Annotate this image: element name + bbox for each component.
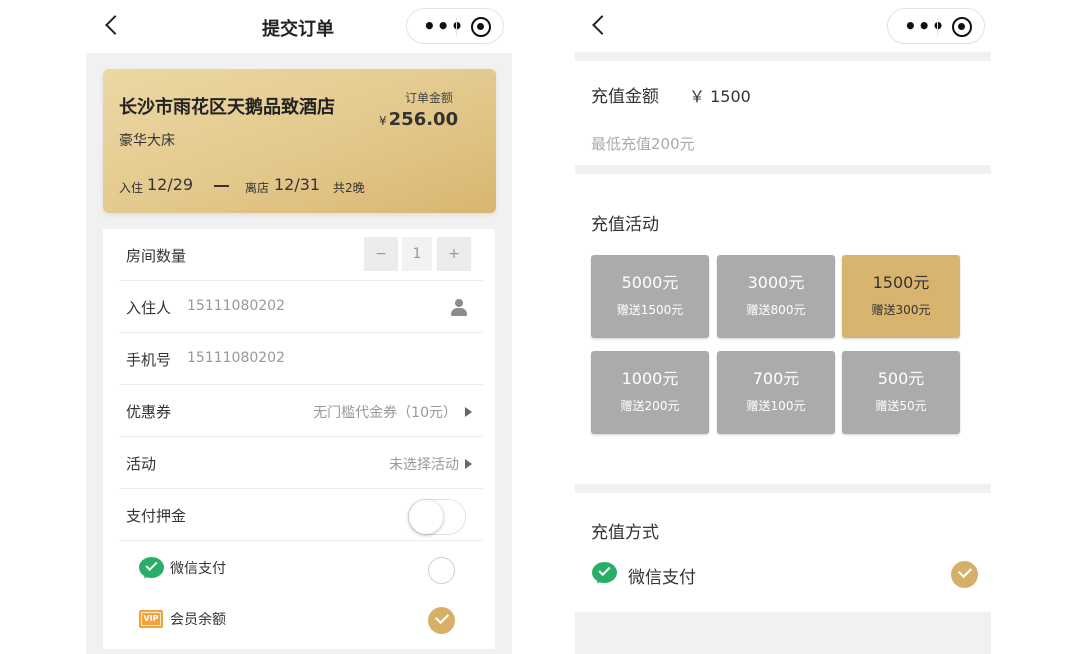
checkin-label: 入住: [119, 181, 144, 195]
package-amount: 3000元: [747, 273, 805, 292]
section-divider: [575, 484, 991, 493]
more-dots-icon[interactable]: •••: [904, 16, 945, 36]
package-amount: 700元: [752, 369, 800, 388]
checkout-date: 12/31: [274, 175, 321, 194]
package-amount: 1000元: [621, 369, 679, 388]
hotel-name: 长沙市雨花区天鹅品致酒店: [119, 97, 335, 118]
activity-label: 活动: [126, 455, 157, 473]
nights-count: 共2晚: [333, 181, 365, 195]
activity-value[interactable]: 未选择活动: [389, 454, 459, 474]
recharge-method-title: 充值方式: [591, 523, 659, 543]
wechat-pay-icon: [139, 557, 164, 581]
recharge-package-tile[interactable]: 5000元赠送1500元: [591, 255, 709, 338]
order-amount: ¥256.00: [379, 109, 458, 130]
recharge-package-tile[interactable]: 500元赠送50元: [842, 351, 960, 434]
package-amount: 1500元: [872, 273, 930, 292]
deposit-label: 支付押金: [126, 507, 187, 525]
coupon-row[interactable]: 优惠券 无门槛代金券（10元）: [103, 385, 495, 437]
phone-value[interactable]: 15111080202: [187, 350, 285, 366]
phone-label: 手机号: [126, 351, 172, 369]
capsule-divider: [456, 18, 457, 36]
recharge-package-tile[interactable]: 700元赠送100元: [717, 351, 835, 434]
deposit-toggle[interactable]: [408, 499, 466, 535]
person-icon[interactable]: [451, 299, 467, 317]
package-amount: 5000元: [621, 273, 679, 292]
radio-checked-icon[interactable]: [428, 607, 455, 634]
activity-row[interactable]: 活动 未选择活动: [103, 437, 495, 489]
recharge-package-tile[interactable]: 3000元赠送800元: [717, 255, 835, 338]
recharge-amount-label: 充值金额: [591, 87, 659, 107]
radio-checked-icon[interactable]: [951, 561, 978, 588]
section-divider: [575, 165, 991, 174]
recharge-amount-value[interactable]: ￥ 1500: [689, 83, 751, 107]
package-bonus: 赠送100元: [746, 399, 806, 413]
close-target-icon[interactable]: [952, 17, 972, 37]
checkin-date: 12/29: [147, 175, 194, 194]
package-bonus: 赠送800元: [746, 303, 806, 317]
package-bonus: 赠送200元: [620, 399, 680, 413]
back-arrow-icon[interactable]: [105, 15, 125, 35]
package-bonus: 赠送1500元: [616, 303, 684, 317]
package-amount: 500元: [877, 369, 925, 388]
back-arrow-icon[interactable]: [592, 15, 612, 35]
deposit-row: 支付押金: [103, 489, 495, 541]
recharge-package-tile[interactable]: 1500元赠送300元: [842, 255, 960, 338]
pay-option-label: 微信支付: [170, 561, 226, 577]
phone-row: 手机号 15111080202: [103, 333, 495, 385]
guest-row[interactable]: 入住人 15111080202: [103, 281, 495, 333]
radio-unchecked[interactable]: [428, 557, 455, 584]
chevron-right-icon[interactable]: [465, 407, 472, 417]
recharge-package-tile[interactable]: 1000元赠送200元: [591, 351, 709, 434]
recharge-activity-title: 充值活动: [591, 215, 659, 235]
hotel-order-card: 长沙市雨花区天鹅品致酒店 豪华大床 订单金额 ¥256.00 入住 12/29 …: [103, 69, 496, 213]
pay-option-wechat[interactable]: 微信支付: [103, 541, 495, 593]
coupon-label: 优惠券: [126, 403, 172, 421]
room-count-row: 房间数量 − 1 +: [103, 229, 495, 281]
order-form: 房间数量 − 1 + 入住人 15111080202 手机号 151110802…: [103, 229, 495, 649]
method-option-label: 微信支付: [628, 568, 696, 588]
room-count-value[interactable]: 1: [401, 237, 433, 271]
more-dots-icon[interactable]: •••: [423, 16, 464, 36]
page-title: 提交订单: [262, 19, 334, 40]
close-target-icon[interactable]: [471, 17, 491, 37]
mini-program-capsule: •••: [887, 8, 985, 44]
capsule-divider: [937, 18, 938, 36]
vip-icon: VIP: [139, 610, 163, 628]
guest-value[interactable]: 15111080202: [187, 298, 285, 314]
coupon-value[interactable]: 无门槛代金券（10元）: [313, 402, 457, 422]
wechat-pay-icon: [592, 562, 617, 586]
toggle-knob: [409, 500, 443, 534]
chevron-right-icon[interactable]: [465, 459, 472, 469]
increment-button[interactable]: +: [437, 237, 471, 271]
section-divider: [575, 52, 991, 61]
bottom-gray-area: [575, 612, 991, 654]
package-bonus: 赠送300元: [871, 303, 931, 317]
guest-label: 入住人: [126, 299, 172, 317]
pay-option-label: 会员余额: [170, 612, 226, 628]
order-amount-value: 256.00: [388, 109, 459, 130]
package-bonus: 赠送50元: [875, 399, 927, 413]
min-recharge-hint: 最低充值200元: [591, 135, 695, 153]
currency-symbol: ¥: [379, 114, 387, 128]
order-amount-label: 订单金额: [405, 91, 454, 105]
date-separator: [214, 185, 229, 187]
room-count-label: 房间数量: [126, 247, 187, 265]
room-type: 豪华大床: [119, 133, 175, 149]
checkout-label: 离店: [245, 181, 270, 195]
decrement-button[interactable]: −: [364, 237, 398, 271]
pay-option-member-balance[interactable]: VIP 会员余额: [103, 593, 495, 645]
mini-program-capsule: •••: [406, 8, 504, 44]
